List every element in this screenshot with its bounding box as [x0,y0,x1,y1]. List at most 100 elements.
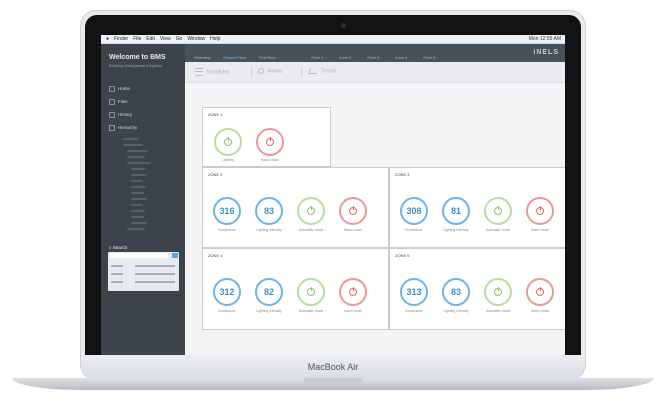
schedules-link[interactable]: Schedules [195,68,229,76]
divider [251,67,252,76]
zone-3-panel: ZONE 3 308 Illuminance 81 Lighting inten… [389,167,565,248]
lighting-intensity-gauge: 81 [442,197,470,225]
sidebar-title: Welcome to BMS [109,54,166,61]
control-label: Illuminance [405,228,423,232]
tab-zone-5[interactable]: Zone 5 [423,55,435,60]
tree-item[interactable] [127,162,151,164]
menu-view[interactable]: View [160,36,171,42]
power-icon [224,137,232,146]
tree-item[interactable] [127,156,145,158]
tree-item[interactable] [131,222,147,224]
screen: ● Finder File Edit View Go Window Help M… [101,35,565,355]
search-icon: ⌕ [109,245,112,250]
clock-icon [258,68,264,74]
tab-zone-1[interactable]: Zone 1 [311,55,323,60]
tree-item[interactable] [123,138,139,140]
search-result[interactable] [111,273,123,275]
tree-item[interactable] [131,204,143,206]
sidebar-item-files[interactable]: Files [109,99,128,105]
power-icon [349,206,357,215]
search-result[interactable] [135,273,175,275]
search-input[interactable] [110,253,168,258]
hatch-mode-toggle[interactable] [526,197,554,225]
control-label: Illuminance [218,309,236,313]
sidebar-item-label: Home [118,86,131,92]
tab-zone-3[interactable]: Zone 3 [367,55,379,60]
control-label: Hatch mode [530,228,550,232]
sub-navigation: Schedules Alarms Trends [185,62,565,83]
alarms-link[interactable]: Alarms [258,68,283,74]
hatch-mode-toggle[interactable] [526,278,554,306]
sidebar-item-label: Hierarchy [118,125,138,131]
hatch-mode-toggle[interactable] [339,197,367,225]
menu-help[interactable]: Help [210,36,220,42]
zone-2-panel: ZONE 2 316 Illuminance 83 Lighting inten… [202,167,389,248]
zone-title: ZONE 4 [208,253,223,258]
tab-ground-floor[interactable]: Ground Floor [223,55,247,60]
power-icon [536,206,544,215]
control-label: Lighting intensity [256,228,282,232]
power-icon [266,137,274,146]
tab-overview[interactable]: Overview [194,55,211,60]
lighting-toggle[interactable] [214,128,242,156]
automatic-mode-toggle[interactable] [484,197,512,225]
tree-item[interactable] [127,228,145,230]
tab-first-floor[interactable]: First floor [259,55,276,60]
sidebar-item-history[interactable]: History [109,112,132,118]
control-label: Hatch mode [260,158,280,162]
power-icon [349,287,357,296]
menu-app[interactable]: Finder [114,36,128,42]
search-label: ⌕ Search [109,245,128,250]
tree-item[interactable] [131,180,143,182]
tree-item[interactable] [127,150,148,152]
sidebar-item-home[interactable]: Home [109,86,130,92]
camera-icon [341,23,346,28]
menu-window[interactable]: Window [187,36,205,42]
control-label: Illuminance [405,309,423,313]
history-icon [109,112,115,118]
search-result[interactable] [135,265,175,267]
control-label: Lighting intensity [256,309,282,313]
tree-item[interactable] [131,216,144,218]
hierarchy-icon [109,125,115,131]
zone-1-panel: ZONE 1 Lighting Hatch mode [202,107,331,167]
tree-item[interactable] [131,168,145,170]
tab-zone-4[interactable]: Zone 4 [395,55,407,60]
power-icon [494,206,502,215]
control-label: Automatic mode [485,309,511,313]
tree-item[interactable] [131,210,145,212]
tree-item[interactable] [131,174,147,176]
tree-item[interactable] [131,198,147,200]
power-icon [494,287,502,296]
menu-edit[interactable]: Edit [146,36,155,42]
search-result[interactable] [111,265,123,267]
tree-item[interactable] [123,144,143,146]
files-icon [109,99,115,105]
automatic-mode-toggle[interactable] [297,278,325,306]
tab-zone-2[interactable]: Zone 2 [339,55,351,60]
search-result[interactable] [135,281,175,283]
sidebar-item-label: Files [118,99,128,105]
top-navigation: Overview Ground Floor First floor Zone 1… [185,44,565,62]
control-label: Automatic mode [298,228,324,232]
control-label: Hatch mode [343,228,363,232]
lighting-intensity-gauge: 82 [255,278,283,306]
sidebar-item-hierarchy[interactable]: Hierarchy [109,125,137,131]
trends-link[interactable]: Trends [307,68,336,74]
search-button[interactable] [172,253,178,258]
hatch-mode-toggle[interactable] [256,128,284,156]
apple-icon[interactable]: ● [106,36,109,42]
zone-title: ZONE 5 [395,253,410,258]
search-result[interactable] [111,281,123,283]
automatic-mode-toggle[interactable] [484,278,512,306]
menu-go[interactable]: Go [176,36,183,42]
menu-file[interactable]: File [133,36,141,42]
schedule-icon [195,68,203,76]
tree-item[interactable] [131,192,144,194]
illuminance-gauge: 308 [400,197,428,225]
tree-item[interactable] [131,186,146,188]
power-icon [307,206,315,215]
automatic-mode-toggle[interactable] [297,197,325,225]
illuminance-gauge: 316 [213,197,241,225]
hatch-mode-toggle[interactable] [339,278,367,306]
